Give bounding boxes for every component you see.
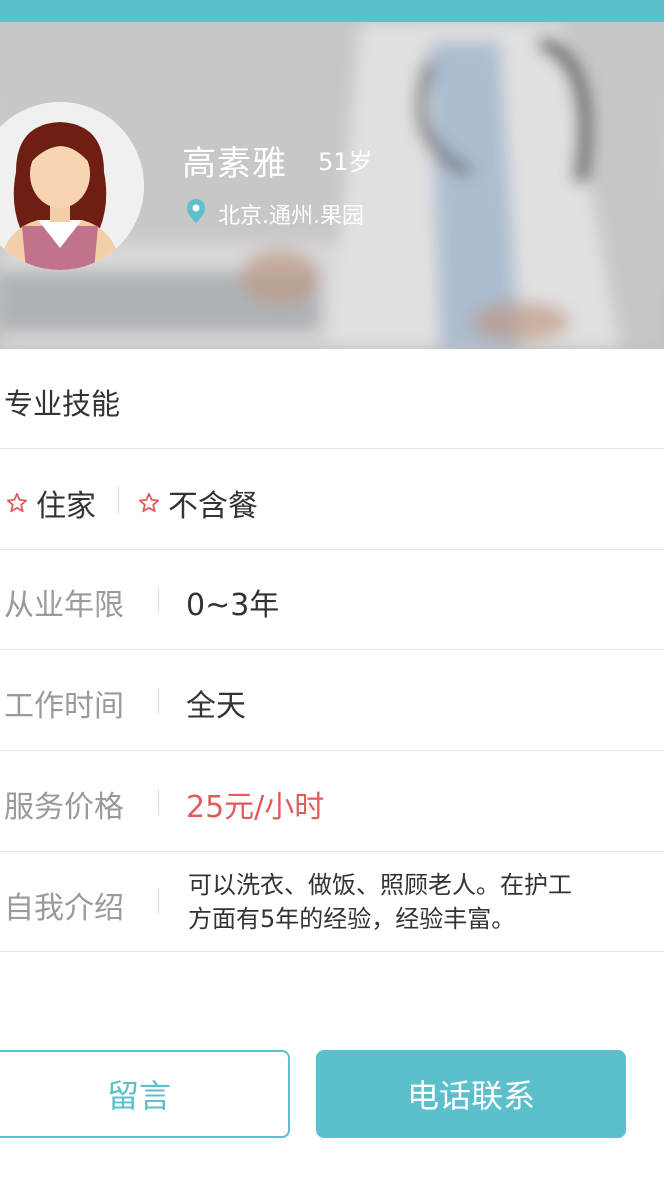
call-button[interactable]: 电话联系 xyxy=(316,1050,626,1138)
avatar xyxy=(0,102,144,270)
caregiver-profile-page: 高素雅 51岁 北京.通州.果园 专业技能 住家 不含餐 从业年限 0~3年 工… xyxy=(0,0,664,1178)
divider xyxy=(158,888,159,914)
status-bar xyxy=(0,0,664,22)
divider xyxy=(158,587,159,613)
section-title: 专业技能 xyxy=(4,387,121,421)
detail-row-experience: 从业年限 0~3年 xyxy=(0,550,664,650)
intro-text: 可以洗衣、做饭、照顾老人。在护工方面有5年的经验，经验丰富。 xyxy=(188,871,572,933)
detail-label: 工作时间 xyxy=(4,689,124,724)
star-outline-icon xyxy=(6,492,28,513)
skill-tag-label: 住家 xyxy=(36,489,96,524)
divider xyxy=(158,789,159,815)
detail-value: 全天 xyxy=(186,689,246,724)
caregiver-age: 51岁 xyxy=(318,148,373,176)
detail-label: 服务价格 xyxy=(4,790,124,825)
star-outline-icon xyxy=(138,492,160,513)
detail-label: 从业年限 xyxy=(4,588,124,623)
detail-value: 0~3年 xyxy=(186,588,280,623)
skill-tag: 住家 xyxy=(6,481,96,525)
caregiver-location: 北京.通州.果园 xyxy=(218,204,364,229)
female-avatar-icon xyxy=(0,102,144,270)
skill-tag-label: 不含餐 xyxy=(168,489,258,524)
detail-row-price: 服务价格 25元/小时 xyxy=(0,751,664,852)
detail-row-intro: 自我介绍 可以洗衣、做饭、照顾老人。在护工方面有5年的经验，经验丰富。 xyxy=(0,852,664,952)
skill-tag: 不含餐 xyxy=(138,481,258,525)
message-button[interactable]: 留言 xyxy=(0,1050,290,1138)
divider xyxy=(158,688,159,714)
skills-header-row: 专业技能 xyxy=(0,349,664,449)
divider xyxy=(118,487,119,513)
location-pin-icon xyxy=(187,199,205,223)
detail-label: 自我介绍 xyxy=(4,891,124,926)
price-value: 25元/小时 xyxy=(186,790,325,825)
profile-header: 高素雅 51岁 北京.通州.果园 xyxy=(0,22,664,349)
skills-tags-row: 住家 不含餐 xyxy=(0,449,664,550)
caregiver-name: 高素雅 xyxy=(182,144,287,184)
detail-row-work-time: 工作时间 全天 xyxy=(0,650,664,751)
